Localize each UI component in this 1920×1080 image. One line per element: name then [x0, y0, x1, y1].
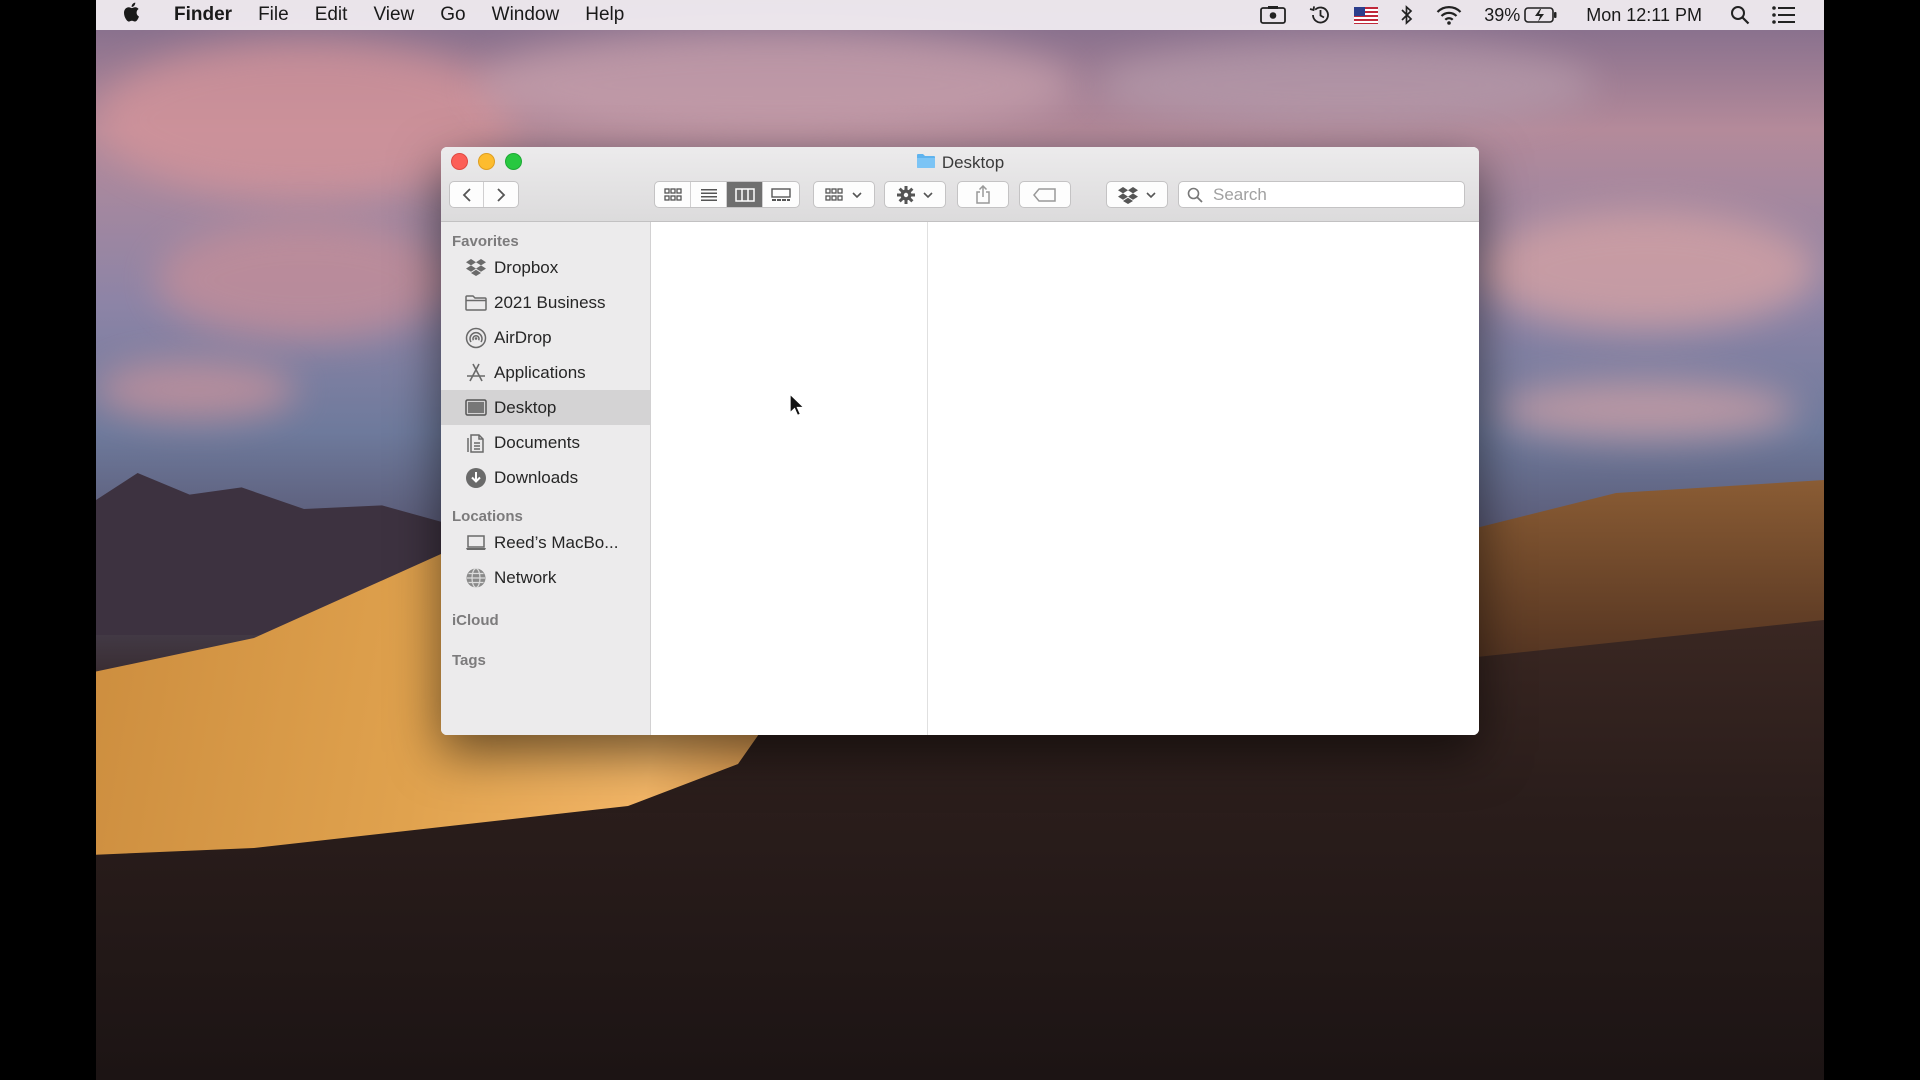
- column-divider[interactable]: [927, 222, 928, 735]
- search-input[interactable]: [1211, 183, 1445, 206]
- menu-edit[interactable]: Edit: [315, 4, 348, 26]
- documents-icon: [465, 432, 487, 454]
- sidebar-item-label: Applications: [494, 362, 586, 382]
- icon-view-icon: [663, 187, 682, 201]
- sidebar-item-dropbox[interactable]: Dropbox: [441, 250, 650, 285]
- column-view-button[interactable]: [727, 182, 763, 207]
- finder-window: Desktop Search Favorites Dropbox 2021 Bu…: [441, 147, 1479, 735]
- menu-view[interactable]: View: [373, 4, 414, 26]
- menu-file[interactable]: File: [258, 4, 289, 26]
- search-icon: [1187, 187, 1203, 203]
- airdrop-icon: [465, 327, 487, 349]
- finder-toolbar: Desktop: [441, 147, 1479, 222]
- chevron-left-icon: [462, 187, 471, 202]
- mouse-cursor-icon: [789, 392, 806, 422]
- group-icon: [825, 187, 843, 201]
- sidebar-item-label: Desktop: [494, 397, 557, 417]
- back-button[interactable]: [450, 182, 484, 207]
- folder-icon: [916, 152, 936, 174]
- share-button[interactable]: [957, 181, 1009, 208]
- sidebar-item-desktop[interactable]: Desktop: [441, 390, 650, 425]
- sidebar-heading-icloud: iCloud: [452, 612, 499, 629]
- downloads-icon: [465, 467, 487, 489]
- sidebar-item-airdrop[interactable]: AirDrop: [441, 320, 650, 355]
- menu-app-finder[interactable]: Finder: [174, 4, 232, 26]
- forward-button[interactable]: [484, 182, 518, 207]
- view-mode-control: [654, 181, 800, 208]
- dropbox-button[interactable]: [1106, 181, 1168, 208]
- spotlight-search-icon[interactable]: [1730, 5, 1750, 25]
- sidebar-item-label: Downloads: [494, 467, 579, 487]
- sidebar-item-applications[interactable]: Applications: [441, 355, 650, 390]
- menu-window[interactable]: Window: [492, 4, 560, 26]
- battery-percentage: 39%: [1484, 4, 1521, 25]
- sidebar-item-documents[interactable]: Documents: [441, 425, 650, 460]
- sidebar-item-downloads[interactable]: Downloads: [441, 460, 650, 495]
- nav-buttons: [449, 181, 519, 208]
- battery-charging-icon[interactable]: [1524, 6, 1558, 24]
- notification-center-icon[interactable]: [1772, 6, 1796, 24]
- sidebar-item-label: Documents: [494, 432, 580, 452]
- sidebar: Favorites Dropbox 2021 Business AirDrop: [441, 222, 651, 735]
- column-browser[interactable]: [651, 222, 1479, 735]
- screen-record-icon[interactable]: [1260, 5, 1287, 25]
- menu-go[interactable]: Go: [440, 4, 465, 26]
- sidebar-item-label: Dropbox: [494, 257, 559, 277]
- gallery-view-icon: [771, 187, 791, 201]
- us-flag-icon[interactable]: [1354, 6, 1379, 24]
- menubar-clock[interactable]: Mon 12:11 PM: [1586, 5, 1702, 26]
- sidebar-item-network[interactable]: Network: [441, 560, 650, 595]
- folder-icon: [465, 292, 487, 314]
- tag-icon: [1033, 187, 1056, 202]
- menu-help[interactable]: Help: [585, 4, 624, 26]
- share-icon: [976, 184, 990, 204]
- time-machine-icon[interactable]: [1308, 4, 1332, 26]
- sidebar-item-2021-business[interactable]: 2021 Business: [441, 285, 650, 320]
- action-menu-button[interactable]: [884, 181, 946, 208]
- chevron-down-icon: [923, 191, 933, 198]
- sidebar-heading-tags: Tags: [452, 652, 486, 669]
- tags-button[interactable]: [1019, 181, 1071, 208]
- network-icon: [465, 567, 487, 589]
- column-view-icon: [734, 187, 755, 202]
- desktop-icon: [465, 397, 487, 419]
- list-view-button[interactable]: [691, 182, 727, 207]
- group-by-button[interactable]: [813, 181, 875, 208]
- gallery-view-button[interactable]: [763, 182, 799, 207]
- sidebar-heading-locations: Locations: [452, 508, 523, 525]
- search-field[interactable]: [1178, 181, 1465, 208]
- chevron-down-icon: [1146, 191, 1156, 198]
- icon-view-button[interactable]: [655, 182, 691, 207]
- laptop-icon: [465, 532, 487, 554]
- apple-icon[interactable]: [122, 2, 140, 28]
- chevron-right-icon: [497, 187, 506, 202]
- chevron-down-icon: [852, 191, 862, 198]
- wifi-icon[interactable]: [1436, 5, 1462, 25]
- sidebar-item-label: AirDrop: [494, 327, 552, 347]
- gear-icon: [897, 185, 915, 204]
- sidebar-item-label: 2021 Business: [494, 292, 606, 312]
- list-view-icon: [700, 188, 717, 201]
- sidebar-item-label: Reed’s MacBo...: [494, 532, 619, 552]
- desktop-background: Finder File Edit View Go Window Help 39%…: [96, 0, 1824, 1080]
- dropbox-icon: [465, 257, 487, 279]
- sidebar-heading-favorites: Favorites: [452, 233, 519, 250]
- applications-icon: [465, 362, 487, 384]
- window-title: Desktop: [441, 152, 1479, 174]
- sidebar-item-macbook[interactable]: Reed’s MacBo...: [441, 525, 650, 560]
- bluetooth-icon[interactable]: [1400, 4, 1414, 26]
- dropbox-icon: [1118, 186, 1138, 204]
- window-title-text: Desktop: [941, 153, 1005, 172]
- sidebar-item-label: Network: [494, 567, 557, 587]
- menu-bar: Finder File Edit View Go Window Help 39%…: [96, 0, 1824, 30]
